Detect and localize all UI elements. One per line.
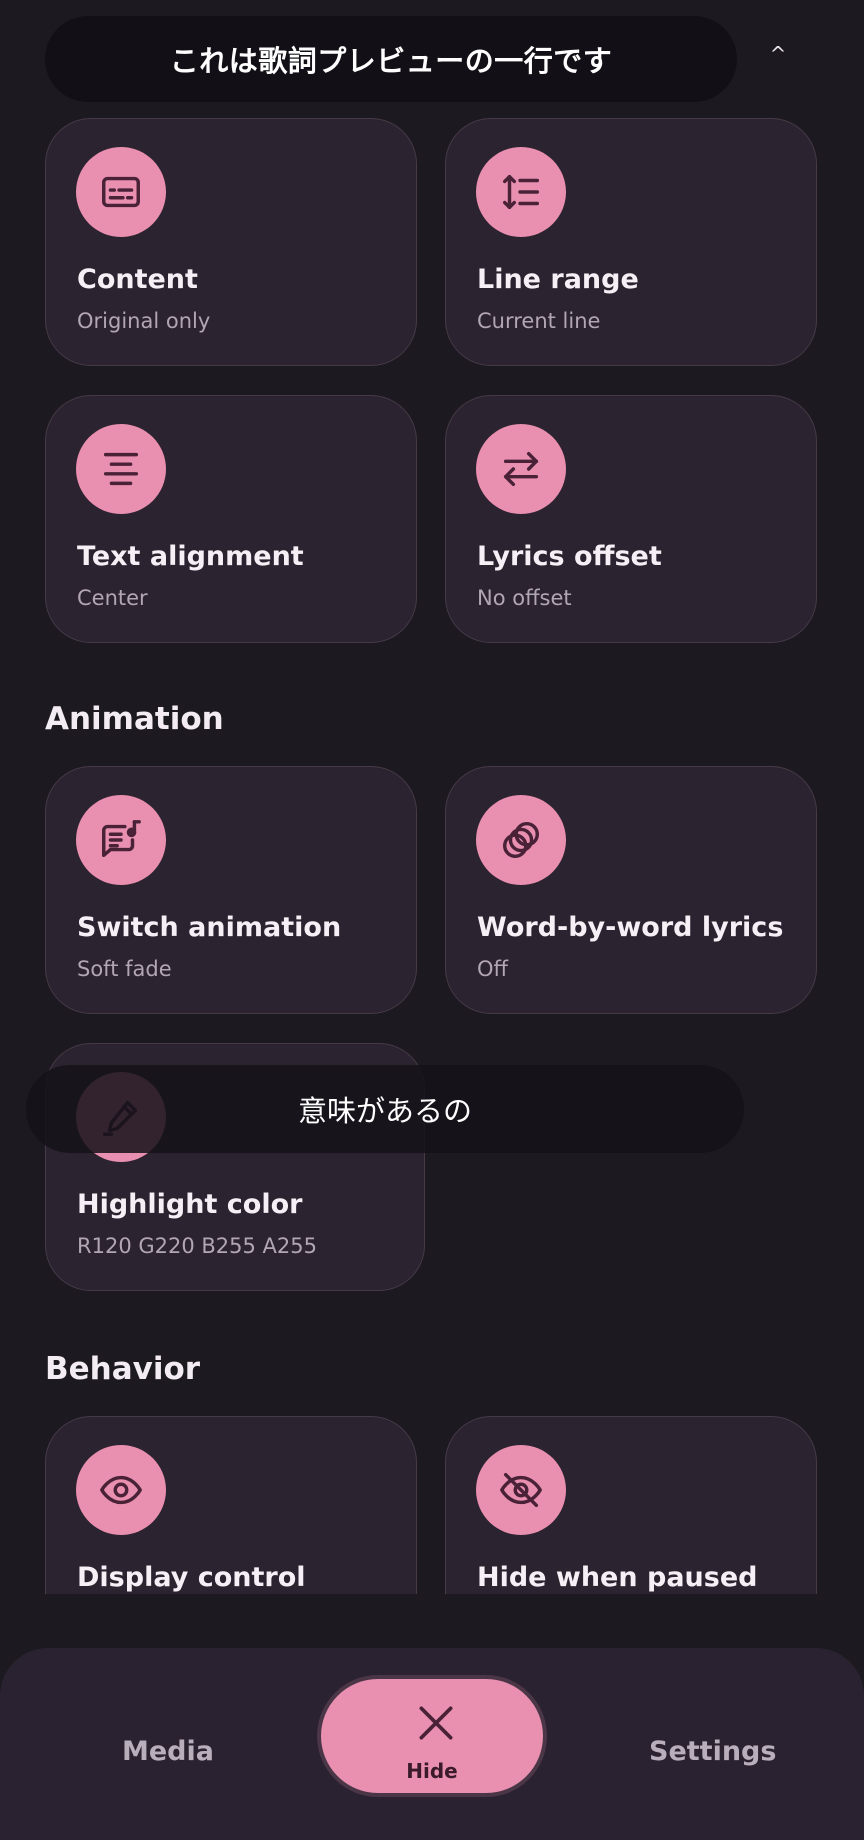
hide-when-paused-card[interactable]: Hide when paused bbox=[445, 1416, 817, 1594]
switch-animation-card[interactable]: Switch animation Soft fade bbox=[45, 766, 417, 1014]
card-subtitle: No offset bbox=[477, 586, 572, 610]
subtitles-icon bbox=[76, 147, 166, 237]
line-range-card[interactable]: Line range Current line bbox=[445, 118, 817, 366]
card-title: Line range bbox=[477, 264, 639, 295]
card-title: Highlight color bbox=[77, 1189, 303, 1220]
section-title-behavior: Behavior bbox=[45, 1351, 201, 1387]
close-icon bbox=[419, 1706, 453, 1740]
card-title: Content bbox=[77, 264, 198, 295]
lyrics-note-icon bbox=[76, 795, 166, 885]
text-alignment-card[interactable]: Text alignment Center bbox=[45, 395, 417, 643]
lyrics-preview-text: これは歌詞プレビューの一行です bbox=[169, 44, 613, 78]
hide-button-label: Hide bbox=[406, 1759, 458, 1783]
nav-media[interactable]: Media bbox=[122, 1736, 214, 1767]
collapse-caret-icon[interactable]: ^ bbox=[764, 40, 792, 68]
toast-message: 意味があるの bbox=[26, 1065, 744, 1153]
display-control-card[interactable]: Display control bbox=[45, 1416, 417, 1594]
card-subtitle: Current line bbox=[477, 309, 601, 333]
card-subtitle: Off bbox=[477, 957, 508, 981]
card-subtitle: Original only bbox=[77, 309, 211, 333]
eye-icon bbox=[76, 1445, 166, 1535]
line-spacing-icon bbox=[476, 147, 566, 237]
card-title: Word-by-word lyrics bbox=[477, 912, 784, 943]
nav-settings[interactable]: Settings bbox=[649, 1736, 776, 1767]
swap-arrows-icon bbox=[476, 424, 566, 514]
card-subtitle: Soft fade bbox=[77, 957, 172, 981]
circles-icon bbox=[476, 795, 566, 885]
settings-scroll-area[interactable]: Content Original only Line range Current… bbox=[0, 118, 864, 1594]
toast-text: 意味があるの bbox=[297, 1094, 472, 1128]
bottom-nav-bar: Media Hide Settings bbox=[0, 1648, 864, 1840]
lyrics-preview-bar: これは歌詞プレビューの一行です bbox=[45, 16, 737, 102]
hide-button[interactable]: Hide bbox=[317, 1675, 547, 1797]
lyrics-offset-card[interactable]: Lyrics offset No offset bbox=[445, 395, 817, 643]
card-title: Display control bbox=[77, 1562, 306, 1593]
card-title: Switch animation bbox=[77, 912, 342, 943]
card-subtitle: R120 G220 B255 A255 bbox=[77, 1234, 317, 1258]
card-title: Lyrics offset bbox=[477, 541, 662, 572]
content-card[interactable]: Content Original only bbox=[45, 118, 417, 366]
align-center-icon bbox=[76, 424, 166, 514]
eye-off-icon bbox=[476, 1445, 566, 1535]
card-subtitle: Center bbox=[77, 586, 148, 610]
card-title: Text alignment bbox=[77, 541, 304, 572]
word-by-word-card[interactable]: Word-by-word lyrics Off bbox=[445, 766, 817, 1014]
card-title: Hide when paused bbox=[477, 1562, 758, 1593]
section-title-animation: Animation bbox=[45, 701, 224, 737]
